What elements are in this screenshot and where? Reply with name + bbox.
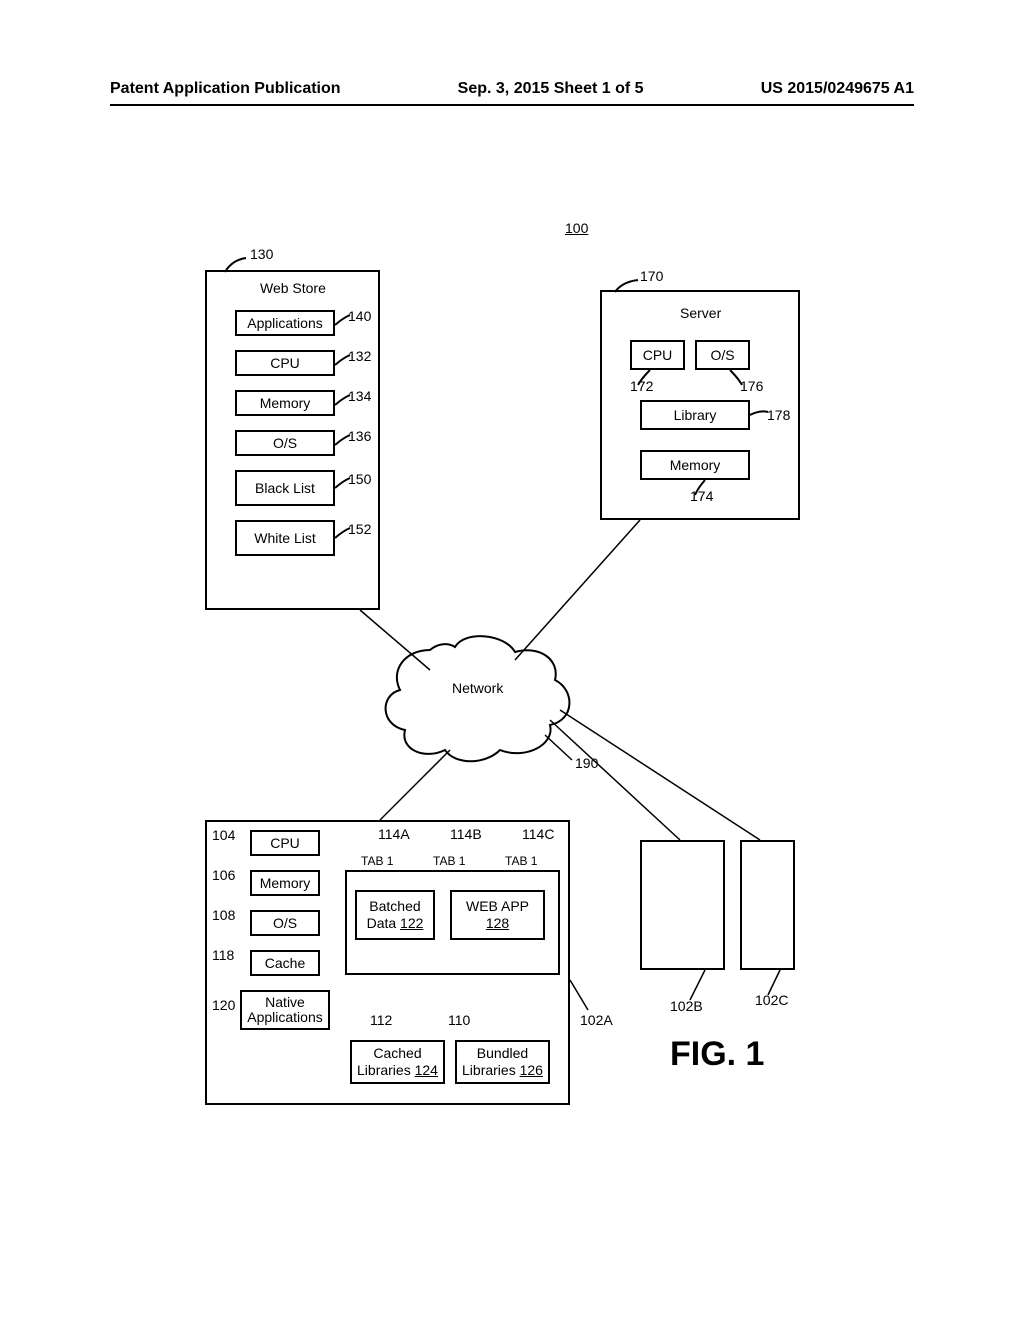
ref-190: 190 bbox=[575, 755, 598, 771]
os-box-client: O/S bbox=[250, 910, 320, 936]
cpu-box-client: CPU bbox=[250, 830, 320, 856]
ref-102c: 102C bbox=[755, 992, 788, 1008]
ref-112: 112 bbox=[370, 1012, 392, 1028]
ref-114b: 114B bbox=[450, 826, 482, 842]
ref-106: 106 bbox=[212, 867, 235, 883]
tab-1a: TAB 1 bbox=[361, 854, 393, 868]
memory-box-client: Memory bbox=[250, 870, 320, 896]
header-right: US 2015/0249675 A1 bbox=[761, 80, 914, 98]
ref-118: 118 bbox=[212, 947, 234, 963]
ref-120: 120 bbox=[212, 997, 235, 1013]
webapp-box: WEB APP128 bbox=[450, 890, 545, 940]
header-rule bbox=[110, 104, 914, 106]
page-header: Patent Application Publication Sep. 3, 2… bbox=[110, 80, 914, 98]
cache-label: Cache bbox=[265, 955, 305, 971]
native-apps-box: Native Applications bbox=[240, 990, 330, 1030]
figure-1: 100 Web Store Applications CPU Memory O/… bbox=[150, 180, 850, 1180]
ref-102b: 102B bbox=[670, 998, 703, 1014]
cached-lib-box: CachedLibraries 124 bbox=[350, 1040, 445, 1084]
batched-label: BatchedData 122 bbox=[367, 898, 424, 932]
header-left: Patent Application Publication bbox=[110, 80, 341, 98]
cache-box: Cache bbox=[250, 950, 320, 976]
client-102b-box bbox=[640, 840, 725, 970]
memory-label-client: Memory bbox=[260, 875, 311, 891]
ref-114c: 114C bbox=[522, 826, 554, 842]
batched-box: BatchedData 122 bbox=[355, 890, 435, 940]
ref-110: 110 bbox=[448, 1012, 470, 1028]
bundled-lib-label: BundledLibraries 126 bbox=[462, 1045, 543, 1079]
client-102c-box bbox=[740, 840, 795, 970]
network-label: Network bbox=[452, 680, 503, 696]
ref-114a: 114A bbox=[378, 826, 410, 842]
ref-104: 104 bbox=[212, 827, 235, 843]
ref-102a: 102A bbox=[580, 1012, 613, 1028]
webapp-label: WEB APP128 bbox=[466, 898, 529, 932]
os-label-client: O/S bbox=[273, 915, 297, 931]
header-center: Sep. 3, 2015 Sheet 1 of 5 bbox=[458, 80, 644, 98]
native-apps-label: Native Applications bbox=[247, 995, 323, 1026]
tab-1c: TAB 1 bbox=[505, 854, 537, 868]
cached-lib-label: CachedLibraries 124 bbox=[357, 1045, 438, 1079]
figure-label: FIG. 1 bbox=[670, 1035, 764, 1074]
bundled-lib-box: BundledLibraries 126 bbox=[455, 1040, 550, 1084]
cpu-label-client: CPU bbox=[270, 835, 300, 851]
ref-108: 108 bbox=[212, 907, 235, 923]
tab-1b: TAB 1 bbox=[433, 854, 465, 868]
